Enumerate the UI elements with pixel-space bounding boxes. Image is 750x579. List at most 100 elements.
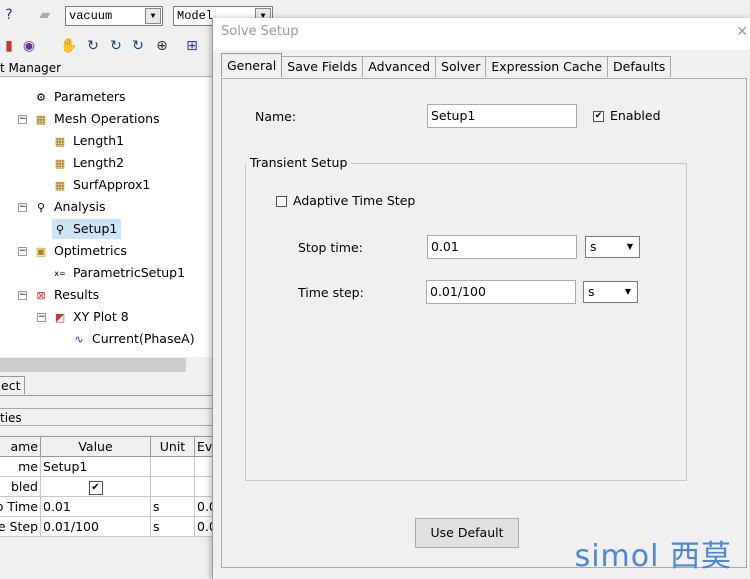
cell[interactable]: 0.01/100 <box>40 516 151 537</box>
tree-label: Length2 <box>73 155 125 170</box>
chevron-down-icon: ▼ <box>145 8 161 24</box>
col-value: Value <box>40 436 151 457</box>
tab-general[interactable]: General <box>221 53 283 77</box>
chart-icon[interactable]: ▮ <box>0 37 18 55</box>
divider <box>0 395 212 396</box>
cell: s <box>150 496 195 517</box>
project-tab[interactable]: ect <box>0 376 26 394</box>
time-step-unit: s <box>588 284 595 299</box>
mesh-icon: ▦ <box>35 112 47 126</box>
tree-label: Optimetrics <box>54 243 127 258</box>
cell <box>150 476 195 497</box>
stop-time-label: Stop time: <box>298 240 363 255</box>
stop-time-unit-select[interactable]: s ▼ <box>585 236 640 258</box>
cell: bled <box>0 476 41 497</box>
orbit-icon[interactable]: ↻ <box>129 37 147 55</box>
trace-icon: ∿ <box>74 332 84 346</box>
time-step-unit-select[interactable]: s ▼ <box>583 281 638 303</box>
tree-label: Parameters <box>54 89 126 104</box>
help-pointer-icon[interactable]: ? <box>0 6 18 24</box>
rotate-icon[interactable]: ↻ <box>84 37 102 55</box>
tree-item-current-phasea[interactable]: ∿ Current(PhaseA) <box>71 329 195 349</box>
tree-item-results[interactable]: ⊠ Results <box>33 285 99 305</box>
time-step-input[interactable]: 0.01/100 <box>426 280 576 304</box>
use-default-button[interactable]: Use Default <box>415 518 519 548</box>
chevron-down-icon: ▼ <box>624 287 632 296</box>
cell[interactable]: Setup1 <box>40 456 151 477</box>
tree-item-analysis[interactable]: ⚲ Analysis <box>33 197 106 217</box>
tree-item-optimetrics[interactable]: ▣ Optimetrics <box>33 241 127 261</box>
tab-save-fields[interactable]: Save Fields <box>281 56 364 77</box>
enabled-checkbox[interactable]: ✔ <box>593 111 604 122</box>
mesh-icon: ▦ <box>54 178 66 192</box>
dialog-title-bar: Solve Setup ✕ <box>213 18 750 50</box>
tree-item-parametricsetup1[interactable]: x= ParametricSetup1 <box>52 263 185 283</box>
adaptive-time-step-label: Adaptive Time Step <box>293 193 416 208</box>
collapse-icon[interactable]: − <box>37 313 46 322</box>
collapse-icon[interactable]: − <box>18 115 27 124</box>
name-label: Name: <box>255 109 297 124</box>
material-combo[interactable]: vacuum ▼ <box>65 6 163 26</box>
mesh-icon: ▦ <box>54 134 66 148</box>
adaptive-time-step-checkbox[interactable] <box>276 196 287 207</box>
mesh-icon: ▦ <box>54 156 66 170</box>
collapse-icon[interactable]: − <box>18 291 27 300</box>
tree-item-setup1[interactable]: ⚲ Setup1 <box>52 219 122 239</box>
view-value: Model <box>177 9 214 23</box>
layer-icon[interactable]: ▰ <box>36 6 54 24</box>
zoom-window-icon[interactable]: ⊞ <box>183 37 201 55</box>
cell <box>150 456 195 477</box>
tab-expression-cache[interactable]: Expression Cache <box>485 56 609 77</box>
project-manager-header: t Manager <box>0 61 212 77</box>
collapse-icon[interactable]: − <box>18 203 27 212</box>
time-step-label: Time step: <box>298 285 364 300</box>
tree-item-length2[interactable]: ▦ Length2 <box>52 153 124 173</box>
analysis-icon: ⚲ <box>36 200 46 214</box>
tab-advanced[interactable]: Advanced <box>362 56 437 77</box>
tree-item-surfapprox1[interactable]: ▦ SurfApprox1 <box>52 175 151 195</box>
col-unit: Unit <box>150 436 195 457</box>
name-input[interactable]: Setup1 <box>427 104 577 128</box>
watermark-logo: simol 西莫 <box>574 539 732 574</box>
tree-label: ParametricSetup1 <box>73 265 186 280</box>
material-value: vacuum <box>69 9 113 23</box>
pan-hand-icon[interactable]: ✋ <box>60 37 78 55</box>
tree-item-length1[interactable]: ▦ Length1 <box>52 131 124 151</box>
stop-time-input[interactable]: 0.01 <box>427 235 577 259</box>
chevron-down-icon: ▼ <box>626 242 634 251</box>
scrollbar-thumb[interactable] <box>0 358 186 372</box>
tree-label: Current(PhaseA) <box>92 331 195 346</box>
collapse-icon[interactable]: − <box>18 247 27 256</box>
zoom-icon[interactable]: ⊕ <box>153 37 171 55</box>
parameters-icon: ⚙ <box>36 90 46 104</box>
tree-item-xy-plot-8[interactable]: ◩ XY Plot 8 <box>52 307 129 327</box>
tree-label: Mesh Operations <box>54 111 160 126</box>
transient-setup-group <box>245 163 687 481</box>
cell[interactable]: 0.01 <box>40 496 151 517</box>
stop-time-unit: s <box>590 239 597 254</box>
properties-table: ame Value Unit Eva meSetup1 bled ✔ p Time… <box>0 436 235 537</box>
cell: me <box>0 456 41 477</box>
tree-item-parameters[interactable]: ⚙ Parameters <box>33 87 126 107</box>
optimetrics-icon: ▣ <box>35 244 47 258</box>
tree-label: Length1 <box>73 133 125 148</box>
tab-defaults[interactable]: Defaults <box>607 56 672 77</box>
parametric-icon: x= <box>54 268 66 278</box>
enabled-checkbox[interactable]: ✔ <box>88 481 103 495</box>
rotate-axis-icon[interactable]: ↻ <box>107 37 125 55</box>
tree-label: Results <box>54 287 100 302</box>
results-icon: ⊠ <box>36 288 46 302</box>
cell: s <box>150 516 195 537</box>
tab-solver[interactable]: Solver <box>435 56 487 77</box>
table-row: p Time0.01s0.0 <box>0 496 235 517</box>
transient-setup-title: Transient Setup <box>246 155 352 170</box>
tree-item-mesh-operations[interactable]: ▦ Mesh Operations <box>33 109 160 129</box>
user-icon[interactable]: ◉ <box>20 37 38 55</box>
general-panel: Name: Setup1 ✔ Enabled Transient Setup A… <box>221 78 747 568</box>
tree-label: Setup1 <box>73 221 118 236</box>
close-icon[interactable]: ✕ <box>736 24 748 40</box>
tree-horizontal-scrollbar[interactable] <box>0 357 212 373</box>
cell: ✔ <box>40 476 151 497</box>
col-name: ame <box>0 436 41 457</box>
cell: e Step <box>0 516 41 537</box>
